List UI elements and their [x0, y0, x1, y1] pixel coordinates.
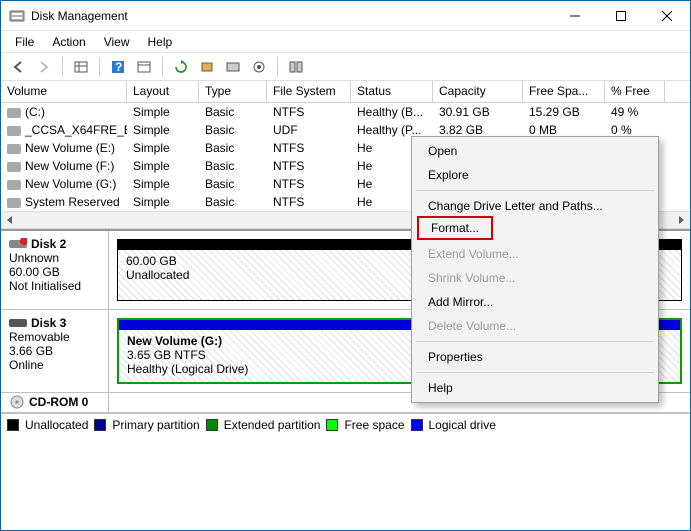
col-capacity[interactable]: Capacity: [433, 81, 523, 102]
disk-state: Not Initialised: [9, 279, 100, 293]
col-status[interactable]: Status: [351, 81, 433, 102]
volume-icon: [7, 180, 21, 190]
back-button[interactable]: [7, 56, 29, 78]
ctx-delete: Delete Volume...: [414, 314, 656, 338]
ctx-properties[interactable]: Properties: [414, 345, 656, 369]
disk-kind: Unknown: [9, 251, 100, 265]
table-row[interactable]: (C:)SimpleBasicNTFSHealthy (B...30.91 GB…: [1, 103, 690, 121]
refresh-button[interactable]: [170, 56, 192, 78]
col-free[interactable]: Free Spa...: [523, 81, 605, 102]
col-type[interactable]: Type: [199, 81, 267, 102]
disk-size: 3.66 GB: [9, 344, 100, 358]
ctx-mirror[interactable]: Add Mirror...: [414, 290, 656, 314]
col-volume[interactable]: Volume: [1, 81, 127, 102]
col-fs[interactable]: File System: [267, 81, 351, 102]
menu-help[interactable]: Help: [140, 33, 181, 51]
forward-button[interactable]: [33, 56, 55, 78]
help-button[interactable]: ?: [107, 56, 129, 78]
settings-button[interactable]: [133, 56, 155, 78]
ctx-extend: Extend Volume...: [414, 242, 656, 266]
volume-icon: [7, 198, 21, 208]
scroll-right-icon[interactable]: [672, 212, 690, 228]
disk-name: Disk 2: [31, 237, 66, 251]
scroll-left-icon[interactable]: [1, 212, 19, 228]
cdrom-icon: [9, 395, 25, 409]
volume-icon: [7, 162, 21, 172]
ctx-help[interactable]: Help: [414, 376, 656, 400]
disk-name: Disk 3: [31, 316, 66, 330]
legend: Unallocated Primary partition Extended p…: [1, 413, 690, 435]
cdrom-name: CD-ROM 0: [29, 395, 88, 409]
view-list-button[interactable]: [70, 56, 92, 78]
window-title: Disk Management: [31, 9, 552, 23]
ctx-change-letter[interactable]: Change Drive Letter and Paths...: [414, 194, 656, 218]
menu-action[interactable]: Action: [44, 33, 93, 51]
col-pctfree[interactable]: % Free: [605, 81, 665, 102]
col-layout[interactable]: Layout: [127, 81, 199, 102]
minimize-button[interactable]: [552, 1, 598, 31]
maximize-button[interactable]: [598, 1, 644, 31]
toolbar: ?: [1, 53, 690, 81]
disk-kind: Removable: [9, 330, 100, 344]
ctx-shrink: Shrink Volume...: [414, 266, 656, 290]
menu-view[interactable]: View: [96, 33, 138, 51]
volume-icon: [7, 108, 21, 118]
rescan-button[interactable]: [196, 56, 218, 78]
menu-file[interactable]: File: [7, 33, 42, 51]
disk-state: Online: [9, 358, 100, 372]
disk-icon: [9, 238, 27, 250]
disk-size: 60.00 GB: [9, 265, 100, 279]
disk-icon: [9, 317, 27, 329]
volume-icon: [7, 126, 21, 136]
action2-button[interactable]: [248, 56, 270, 78]
grid-header: Volume Layout Type File System Status Ca…: [1, 81, 690, 103]
ctx-explore[interactable]: Explore: [414, 163, 656, 187]
titlebar: Disk Management: [1, 1, 690, 31]
action1-button[interactable]: [222, 56, 244, 78]
menubar: File Action View Help: [1, 31, 690, 53]
ctx-open[interactable]: Open: [414, 139, 656, 163]
volume-icon: [7, 144, 21, 154]
ctx-format[interactable]: Format... Format...: [414, 218, 656, 242]
highlight-box: Format...: [417, 216, 493, 240]
close-button[interactable]: [644, 1, 690, 31]
context-menu: Open Explore Change Drive Letter and Pat…: [411, 136, 659, 403]
action3-button[interactable]: [285, 56, 307, 78]
disk-mgmt-icon: [9, 8, 25, 24]
svg-text:?: ?: [115, 60, 122, 74]
